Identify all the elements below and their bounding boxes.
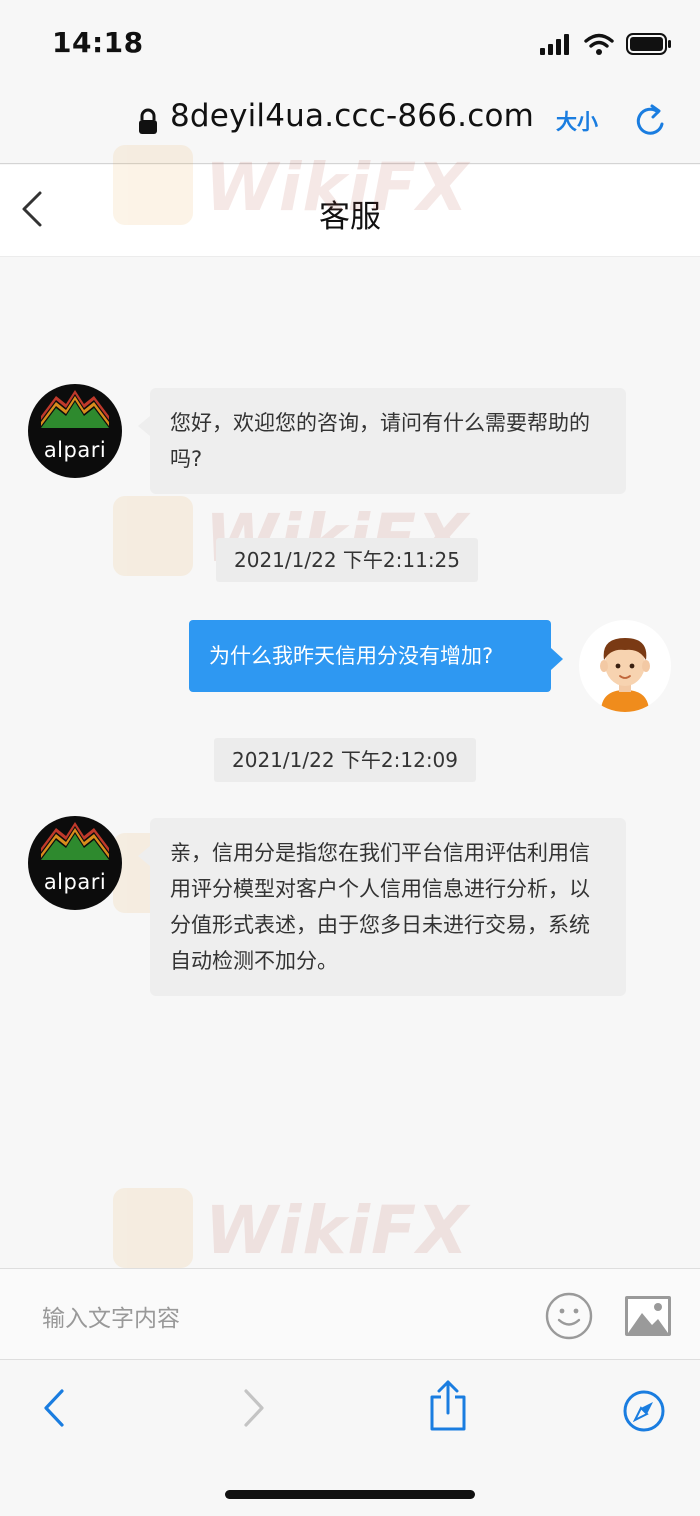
text-size-button[interactable]: 大小 (556, 106, 598, 136)
alpari-logo-icon (41, 822, 109, 860)
user-avatar-icon (600, 638, 650, 712)
status-icons (540, 30, 672, 58)
page-title: 客服 (319, 199, 381, 235)
compass-icon[interactable] (622, 1389, 666, 1433)
user-message-bubble: 为什么我昨天信用分没有增加? (189, 620, 563, 692)
agent-avatar: alpari (28, 384, 122, 478)
reload-icon[interactable] (632, 100, 668, 140)
lock-icon (139, 108, 157, 134)
message-timestamp: 2021/1/22 下午2:12:09 (214, 738, 477, 782)
signal-icon (540, 34, 569, 55)
battery-icon (626, 33, 671, 55)
status-time: 14:18 (52, 26, 144, 59)
alpari-logo-icon (41, 390, 109, 428)
url-address[interactable]: 8deyil4ua.ccc-866.com (170, 98, 534, 134)
agent-avatar: alpari (28, 816, 122, 910)
status-bar: 14:18 (0, 0, 700, 88)
agent-logo-text: alpari (43, 438, 107, 462)
watermark: WikiFX (113, 1188, 468, 1278)
watermark-text: WikiFX (205, 1192, 469, 1269)
browser-url-bar: 8deyil4ua.ccc-866.com 大小 (0, 88, 700, 164)
share-icon[interactable] (428, 1379, 468, 1433)
emoji-icon[interactable] (544, 1291, 594, 1341)
home-indicator[interactable] (225, 1490, 475, 1499)
forward-icon[interactable] (240, 1387, 268, 1429)
agent-message-bubble: 您好，欢迎您的咨询，请问有什么需要帮助的吗? (138, 388, 626, 494)
message-input-bar: 输入文字内容 (0, 1268, 700, 1360)
back-icon[interactable] (40, 1387, 68, 1429)
image-icon[interactable] (624, 1295, 672, 1337)
agent-logo-text: alpari (43, 870, 107, 894)
user-avatar (579, 620, 671, 712)
chat-area[interactable]: WikiFX WikiFX WikiFX WikiFX alpari 您好，欢迎… (0, 145, 700, 1269)
chat-header: 客服 (0, 165, 700, 257)
watermark-logo-icon (113, 496, 193, 576)
message-timestamp: 2021/1/22 下午2:11:25 (216, 538, 479, 582)
agent-message-bubble: 亲，信用分是指您在我们平台信用评估利用信用评分模型对客户个人信用信息进行分析，以… (138, 818, 626, 996)
watermark-logo-icon (113, 1188, 193, 1268)
message-input[interactable]: 输入文字内容 (42, 1299, 180, 1333)
wifi-icon (584, 33, 614, 55)
